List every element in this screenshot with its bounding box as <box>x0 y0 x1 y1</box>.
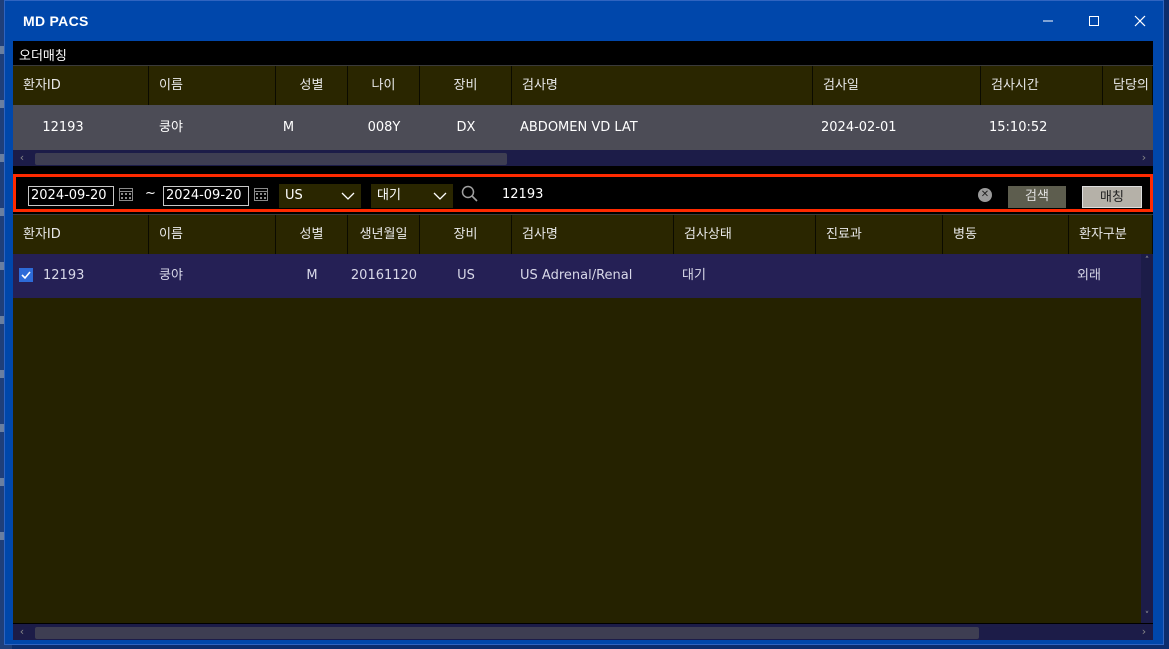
modality-select[interactable]: US <box>279 184 361 208</box>
worklist-vscrollbar[interactable]: ˄ ˅ <box>1141 254 1153 623</box>
scroll-down-arrow-icon[interactable]: ˅ <box>1141 611 1153 621</box>
scroll-up-arrow-icon[interactable]: ˄ <box>1141 256 1153 266</box>
date-to-input[interactable]: 2024-09-20 <box>163 186 249 206</box>
cell-sex: M <box>306 268 318 283</box>
md-pacs-window: MD PACS 오더매칭 환자ID 이름 성별 나이 장비 검사명 검사일 검사… <box>4 0 1164 645</box>
col-header-patient-id[interactable]: 환자ID <box>13 215 149 255</box>
cell-patient-id: 12193 <box>42 120 84 135</box>
col-header-ward[interactable]: 병동 <box>943 215 1069 255</box>
window-content: 오더매칭 환자ID 이름 성별 나이 장비 검사명 검사일 검사시간 담당의 1… <box>13 41 1153 640</box>
scroll-left-arrow-icon[interactable]: ‹ <box>13 150 31 166</box>
checkmark-icon <box>21 270 31 279</box>
cell-ward <box>943 254 1069 298</box>
cell-name: 쿵야 <box>159 120 183 135</box>
col-header-sex[interactable]: 성별 <box>276 66 348 106</box>
col-header-modality[interactable]: 장비 <box>420 215 512 255</box>
status-select-value: 대기 <box>377 188 401 203</box>
cell-name: 쿵야 <box>159 268 183 283</box>
chevron-down-icon <box>341 192 355 200</box>
cell-age: 008Y <box>367 120 401 135</box>
date-range-separator: ~ <box>145 186 156 201</box>
cell-exam-name: ABDOMEN VD LAT <box>520 120 638 135</box>
worklist-hscrollbar[interactable]: ‹ › <box>13 624 1153 640</box>
cell-patient-id-value: 12193 <box>43 268 85 283</box>
col-header-exam-time[interactable]: 검사시간 <box>981 66 1103 106</box>
filter-bar: 2024-09-20 ~ 2024-09-20 US 대기 12193 ✕ 검색… <box>13 174 1153 212</box>
scroll-thumb[interactable] <box>35 153 507 165</box>
cell-exam-time: 15:10:52 <box>989 120 1048 135</box>
order-grid-header: 환자ID 이름 성별 나이 장비 검사명 검사일 검사시간 담당의 <box>13 65 1153 106</box>
cell-department <box>816 254 943 298</box>
worklist-body <box>13 254 1141 623</box>
col-header-modality[interactable]: 장비 <box>420 66 512 106</box>
col-header-name[interactable]: 이름 <box>149 66 276 106</box>
minimize-icon <box>1043 20 1053 22</box>
worklist-grid-header: 환자ID 이름 성별 생년월일 장비 검사명 검사상태 진료과 병동 환자구분 <box>13 214 1153 255</box>
calendar-icon[interactable] <box>119 187 133 201</box>
cell-birthdate: 20161120 <box>350 268 418 283</box>
order-grid-hscrollbar[interactable]: ‹ › <box>13 150 1153 166</box>
cell-patient-type: 외래 <box>1077 268 1101 283</box>
col-header-department[interactable]: 진료과 <box>816 215 943 255</box>
col-header-exam-status[interactable]: 검사상태 <box>674 215 816 255</box>
app-title: MD PACS <box>23 13 89 29</box>
col-header-name[interactable]: 이름 <box>149 215 276 255</box>
search-icon <box>461 185 478 202</box>
calendar-icon[interactable] <box>254 187 268 201</box>
status-select[interactable]: 대기 <box>371 184 453 208</box>
title-bar[interactable]: MD PACS <box>5 1 1163 41</box>
cell-modality: US <box>457 268 475 283</box>
col-header-doctor[interactable]: 담당의 <box>1103 66 1153 106</box>
chevron-down-icon <box>433 192 447 200</box>
col-header-birthdate[interactable]: 생년월일 <box>348 215 420 255</box>
col-header-exam-name[interactable]: 검사명 <box>512 215 674 255</box>
minimize-button[interactable] <box>1025 1 1071 41</box>
order-table-row[interactable]: 12193 쿵야 M 008Y DX ABDOMEN VD LAT 2024-0… <box>13 105 1153 151</box>
section-label: 오더매칭 <box>19 49 67 64</box>
col-header-sex[interactable]: 성별 <box>276 215 348 255</box>
scroll-right-arrow-icon[interactable]: › <box>1135 150 1153 166</box>
col-header-age[interactable]: 나이 <box>348 66 420 106</box>
scroll-thumb[interactable] <box>35 627 979 639</box>
maximize-icon <box>1089 16 1099 26</box>
search-button[interactable]: 검색 <box>1008 186 1066 208</box>
col-header-patient-type[interactable]: 환자구분 <box>1069 215 1153 255</box>
close-button[interactable] <box>1117 1 1163 41</box>
modality-select-value: US <box>285 188 303 203</box>
match-button[interactable]: 매칭 <box>1082 186 1142 208</box>
date-from-input[interactable]: 2024-09-20 <box>28 186 114 206</box>
col-header-exam-date[interactable]: 검사일 <box>813 66 981 106</box>
scroll-left-arrow-icon[interactable]: ‹ <box>13 624 31 640</box>
col-header-patient-id[interactable]: 환자ID <box>13 66 149 106</box>
cell-exam-date: 2024-02-01 <box>821 120 897 135</box>
window-controls <box>1025 1 1163 41</box>
close-icon <box>1134 15 1146 27</box>
cell-modality: DX <box>456 120 476 135</box>
search-input[interactable]: 12193 <box>502 187 543 202</box>
cell-sex: M <box>282 120 295 135</box>
cell-exam-status: 대기 <box>682 268 706 283</box>
cell-patient-id: 12193 <box>13 254 149 298</box>
clear-search-icon[interactable]: ✕ <box>978 188 992 202</box>
scroll-right-arrow-icon[interactable]: › <box>1135 624 1153 640</box>
row-checkbox[interactable] <box>19 267 33 282</box>
maximize-button[interactable] <box>1071 1 1117 41</box>
cell-doctor <box>1103 105 1153 151</box>
worklist-table-row[interactable]: 12193 쿵야 M 20161120 US US Adrenal/Renal … <box>13 254 1141 298</box>
cell-exam-name: US Adrenal/Renal <box>520 268 633 283</box>
col-header-exam-name[interactable]: 검사명 <box>512 66 813 106</box>
